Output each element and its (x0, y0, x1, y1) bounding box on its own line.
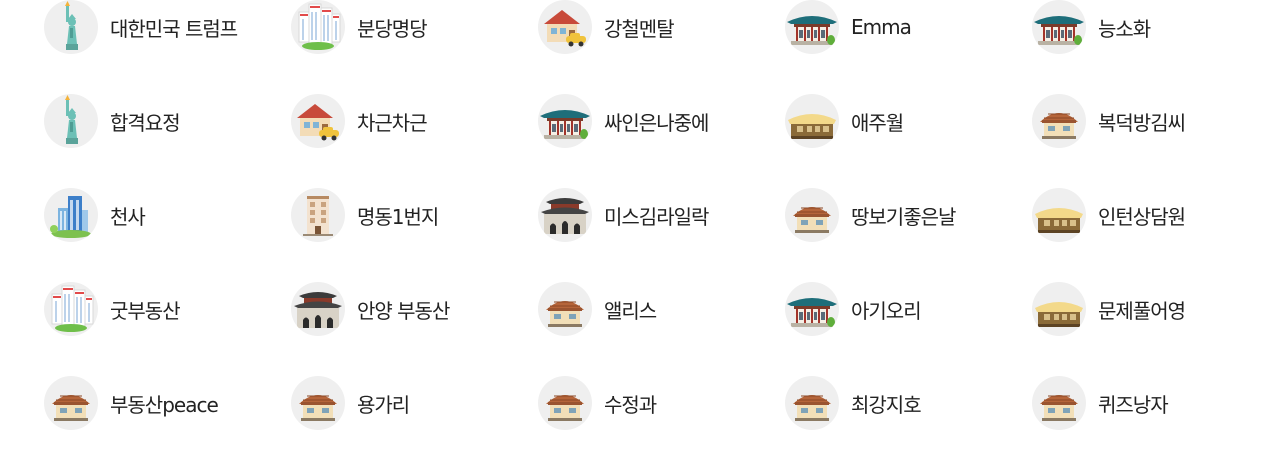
user-item[interactable]: 능소화 (1032, 0, 1279, 54)
thatched-hut-icon (1032, 188, 1086, 242)
user-item[interactable]: 합격요정 (44, 94, 291, 148)
house-with-car-icon (538, 0, 592, 54)
user-name: 인턴상담원 (1098, 204, 1186, 229)
user-item[interactable]: 미스김라일락 (538, 188, 785, 242)
tiled-cottage-icon (291, 376, 345, 430)
office-tower-icon (44, 188, 98, 242)
user-name: 수정과 (604, 392, 657, 417)
city-gate-icon (291, 282, 345, 336)
user-item[interactable]: 용가리 (291, 376, 538, 430)
user-item[interactable]: 굿부동산 (44, 282, 291, 336)
user-item[interactable]: 땅보기좋은날 (785, 188, 1032, 242)
hanok-palace-icon (785, 282, 839, 336)
user-name: 복덕방김씨 (1098, 110, 1186, 135)
user-name: 퀴즈낭자 (1098, 392, 1169, 417)
user-name: 명동1번지 (357, 204, 439, 229)
user-name: 용가리 (357, 392, 410, 417)
user-item[interactable]: 부동산peace (44, 376, 291, 430)
statue-of-liberty-icon (44, 0, 98, 54)
tiled-cottage-icon (785, 188, 839, 242)
user-item[interactable]: 강철멘탈 (538, 0, 785, 54)
user-item[interactable]: 앨리스 (538, 282, 785, 336)
user-name: 애주월 (851, 110, 904, 135)
user-item[interactable]: 대한민국 트럼프 (44, 0, 291, 54)
user-name: 분당명당 (357, 16, 428, 41)
user-item[interactable]: 문제풀어영 (1032, 282, 1279, 336)
tiled-cottage-icon (538, 376, 592, 430)
user-grid: 대한민국 트럼프 분당명당 강철멘탈 Emma 능소화 합격요정 차근차근 싸인… (44, 0, 1280, 450)
user-item[interactable]: 싸인은나중에 (538, 94, 785, 148)
user-name: 합격요정 (110, 110, 181, 135)
hanok-palace-icon (785, 0, 839, 54)
tiled-cottage-icon (785, 376, 839, 430)
user-name: 문제풀어영 (1098, 298, 1186, 323)
house-with-car-icon (291, 94, 345, 148)
user-name: 땅보기좋은날 (851, 204, 956, 229)
user-name: 부동산peace (110, 392, 219, 417)
user-item[interactable]: Emma (785, 0, 1032, 54)
hanok-palace-icon (538, 94, 592, 148)
user-item[interactable]: 명동1번지 (291, 188, 538, 242)
user-name: Emma (851, 15, 912, 39)
apartment-complex-icon (44, 282, 98, 336)
thatched-hut-icon (1032, 282, 1086, 336)
hanok-palace-icon (1032, 0, 1086, 54)
tiled-cottage-icon (44, 376, 98, 430)
user-item[interactable]: 차근차근 (291, 94, 538, 148)
user-item[interactable]: 퀴즈낭자 (1032, 376, 1279, 430)
user-item[interactable]: 수정과 (538, 376, 785, 430)
user-item[interactable]: 아기오리 (785, 282, 1032, 336)
user-name: 능소화 (1098, 16, 1151, 41)
brick-building-icon (291, 188, 345, 242)
user-name: 아기오리 (851, 298, 922, 323)
user-item[interactable]: 인턴상담원 (1032, 188, 1279, 242)
statue-of-liberty-icon (44, 94, 98, 148)
user-item[interactable]: 분당명당 (291, 0, 538, 54)
user-item[interactable]: 복덕방김씨 (1032, 94, 1279, 148)
user-name: 미스김라일락 (604, 204, 709, 229)
apartment-complex-icon (291, 0, 345, 54)
city-gate-icon (538, 188, 592, 242)
user-item[interactable]: 애주월 (785, 94, 1032, 148)
user-item[interactable]: 천사 (44, 188, 291, 242)
user-item[interactable]: 최강지호 (785, 376, 1032, 430)
thatched-hut-icon (785, 94, 839, 148)
user-name: 최강지호 (851, 392, 922, 417)
user-name: 강철멘탈 (604, 16, 675, 41)
user-name: 차근차근 (357, 110, 428, 135)
user-name: 굿부동산 (110, 298, 181, 323)
user-name: 앨리스 (604, 298, 657, 323)
tiled-cottage-icon (538, 282, 592, 336)
user-name: 천사 (110, 204, 146, 229)
user-item[interactable]: 안양 부동산 (291, 282, 538, 336)
tiled-cottage-icon (1032, 376, 1086, 430)
tiled-cottage-icon (1032, 94, 1086, 148)
user-name: 싸인은나중에 (604, 110, 709, 135)
user-name: 안양 부동산 (357, 298, 450, 323)
user-name: 대한민국 트럼프 (110, 16, 238, 41)
